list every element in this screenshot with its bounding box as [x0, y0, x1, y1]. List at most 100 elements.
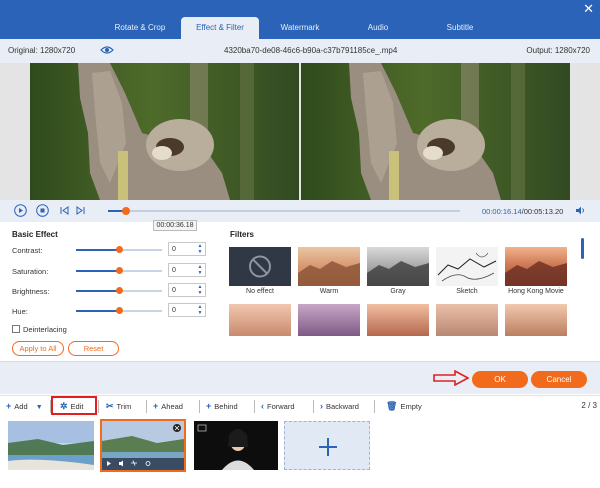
person-thumbnail — [194, 421, 278, 470]
filter-thumbnail[interactable] — [505, 304, 567, 336]
filter-warm[interactable] — [298, 247, 360, 286]
filters-title: Filters — [230, 230, 255, 239]
tab-rotate-crop[interactable]: Rotate & Crop — [100, 17, 180, 39]
clip-beach[interactable] — [8, 421, 94, 470]
contrast-input[interactable] — [172, 245, 194, 254]
edit-highlight-box — [51, 396, 97, 415]
clip-beach-selected[interactable] — [100, 419, 186, 472]
trim-button[interactable]: ✂ Trim — [106, 399, 131, 413]
hue-slider-handle[interactable] — [115, 307, 123, 314]
filter-label-gray: Gray — [390, 288, 406, 295]
clip-person[interactable] — [194, 421, 278, 470]
hong-kong-movie-preview-image — [505, 261, 567, 286]
close-icon[interactable]: ✕ — [583, 2, 594, 15]
ok-button[interactable]: OK — [472, 371, 528, 388]
forward-label: Forward — [267, 402, 295, 411]
preview-area — [0, 63, 600, 200]
add-button[interactable]: + Add ▼ — [6, 399, 43, 413]
play-icon[interactable] — [14, 204, 27, 217]
hue-stepper[interactable]: ▲▼ — [168, 303, 206, 317]
eye-icon[interactable] — [100, 45, 114, 55]
hue-input[interactable] — [172, 306, 194, 315]
brightness-label: Brightness: — [12, 287, 50, 296]
current-time: 00:00:16.14 — [482, 207, 522, 216]
filter-thumbnail[interactable] — [298, 304, 360, 336]
basic-effect-title: Basic Effect — [12, 230, 58, 239]
filter-label-warm: Warm — [319, 288, 339, 295]
stepper-arrows-icon[interactable]: ▲ ▼ — [197, 284, 203, 296]
stepper-arrows-icon[interactable]: ▲ ▼ — [197, 243, 203, 255]
filter-gray[interactable] — [367, 247, 429, 286]
hue-slider[interactable] — [76, 307, 162, 314]
next-frame-icon[interactable] — [74, 204, 87, 217]
chevron-left-icon: ‹ — [261, 401, 264, 411]
forward-button[interactable]: ‹ Forward — [261, 399, 295, 413]
warm-preview-image — [298, 261, 360, 286]
progress-handle[interactable] — [121, 207, 130, 215]
stepper-arrows-icon[interactable]: ▲ ▼ — [197, 304, 203, 316]
ahead-label: Ahead — [161, 402, 183, 411]
saturation-slider-fill — [76, 270, 119, 272]
reset-button[interactable]: Reset — [68, 341, 119, 356]
clip-timeline — [0, 416, 600, 488]
output-resolution: Output: 1280x720 — [526, 46, 590, 55]
tab-audio[interactable]: Audio — [340, 17, 416, 39]
filter-no-effect[interactable] — [229, 247, 291, 286]
tab-subtitle[interactable]: Subtitle — [420, 17, 500, 39]
filter-label-hong-kong-movie: Hong Kong Movie — [508, 288, 564, 295]
apply-to-all-button[interactable]: Apply to All — [12, 341, 64, 356]
filter-thumbnail[interactable] — [229, 304, 291, 336]
stepper-arrows-icon[interactable]: ▲ ▼ — [197, 264, 203, 276]
chevron-down-icon[interactable]: ▼ — [36, 404, 43, 411]
previous-frame-icon[interactable] — [58, 204, 71, 217]
sketch-preview-image — [437, 252, 497, 282]
filter-thumbnail[interactable] — [436, 304, 498, 336]
beach-thumbnail — [8, 421, 94, 470]
brightness-slider[interactable] — [76, 287, 162, 294]
tab-watermark[interactable]: Watermark — [262, 17, 338, 39]
no-effect-icon — [249, 255, 271, 278]
filter-sketch[interactable] — [436, 247, 498, 286]
scissors-icon: ✂ — [106, 401, 114, 411]
hue-label: Hue: — [12, 307, 28, 316]
saturation-slider[interactable] — [76, 267, 162, 274]
tab-effect-filter[interactable]: Effect & Filter — [181, 17, 259, 39]
add-clip-button[interactable] — [284, 421, 370, 470]
backward-button[interactable]: › Backward — [320, 399, 359, 413]
progress-track[interactable] — [108, 207, 460, 215]
ahead-button[interactable]: + Ahead — [153, 399, 183, 413]
separator — [254, 400, 255, 413]
deinterlacing-checkbox[interactable]: Deinterlacing — [12, 325, 67, 334]
time-readout: 00:00:16.14/00:05:13.20 — [482, 207, 563, 216]
empty-button[interactable]: 🗑 Empty — [386, 399, 422, 413]
filter-hong-kong-movie[interactable] — [505, 247, 567, 286]
sloth-image-original — [30, 63, 299, 200]
cancel-button[interactable]: Cancel — [531, 371, 587, 388]
saturation-stepper[interactable]: ▲▼ — [168, 263, 206, 277]
tab-bar: Rotate & Crop Effect & Filter Watermark … — [0, 0, 600, 39]
add-label: Add — [14, 402, 28, 411]
info-bar: Original: 1280x720 4320ba70-de08-46c6-b9… — [0, 39, 600, 63]
deinterlacing-label: Deinterlacing — [23, 325, 67, 334]
contrast-slider-handle[interactable] — [115, 246, 123, 253]
brightness-stepper[interactable]: ▲▼ — [168, 283, 206, 297]
brightness-input[interactable] — [172, 286, 194, 295]
empty-label: Empty — [400, 402, 422, 411]
contrast-stepper[interactable]: ▲▼ — [168, 242, 206, 256]
chevron-right-icon: › — [320, 401, 323, 411]
contrast-slider[interactable] — [76, 246, 162, 253]
brightness-slider-fill — [76, 290, 119, 292]
brightness-slider-handle[interactable] — [115, 287, 123, 294]
saturation-slider-handle[interactable] — [115, 267, 123, 274]
stop-icon[interactable] — [36, 204, 49, 217]
filters-scrollbar[interactable] — [581, 238, 584, 259]
checkbox-icon[interactable] — [12, 325, 20, 333]
volume-icon[interactable] — [575, 205, 586, 216]
contrast-slider-fill — [76, 249, 119, 251]
filter-thumbnail[interactable] — [367, 304, 429, 336]
behind-button[interactable]: + Behind — [206, 399, 238, 413]
saturation-input[interactable] — [172, 266, 194, 275]
time-tooltip: 00:00:36.18 — [153, 220, 197, 231]
trash-icon: 🗑 — [386, 401, 398, 411]
separator — [98, 400, 99, 413]
